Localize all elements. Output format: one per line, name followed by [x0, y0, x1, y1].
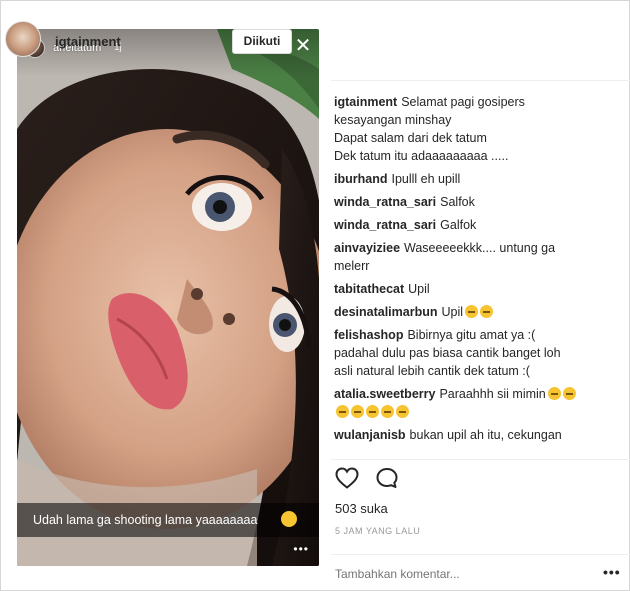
story-more-icon[interactable]: ••• — [293, 542, 309, 556]
list-item: winda_ratna_sari Galfok — [334, 216, 624, 234]
comment-username[interactable]: iburhand — [334, 172, 387, 186]
list-item: ainvayiziee Waseeeeekkk.... untung ga mel… — [334, 239, 624, 275]
list-item: atalia.sweetberry Paraahhh sii mimin — [334, 385, 624, 421]
list-item: tabitathecat Upil — [334, 280, 624, 298]
heart-icon[interactable] — [335, 467, 359, 489]
comment-text: Upil — [441, 305, 464, 319]
post-timestamp: 5 JAM YANG LALU — [335, 526, 421, 536]
story-photo — [17, 29, 319, 566]
comment-text: Ipulll eh upill — [391, 172, 461, 186]
close-icon[interactable]: ✕ — [293, 36, 313, 56]
comment-username[interactable]: tabitathecat — [334, 282, 404, 296]
comment-username[interactable]: igtainment — [334, 95, 397, 109]
comment-text: Dapat salam dari dek tatum — [334, 131, 487, 145]
comment-text: Galfok — [440, 218, 477, 232]
laughing-emoji-icon — [351, 405, 364, 418]
comment-text: Dek tatum itu adaaaaaaaaa ..... — [334, 149, 509, 163]
laughing-emoji-icon — [381, 405, 394, 418]
comment-username[interactable]: wulanjanisb — [334, 428, 406, 442]
more-options-icon[interactable]: ••• — [603, 564, 621, 580]
comment-text: melerr — [334, 259, 370, 273]
list-item: desinatalimarbun Upil — [334, 303, 624, 321]
comment-text: Salfok — [440, 195, 475, 209]
comment-username[interactable]: ainvayiziee — [334, 241, 400, 255]
laughing-emoji-icon — [366, 405, 379, 418]
add-comment-input[interactable] — [335, 567, 585, 581]
comment-text: Selamat pagi gosipers — [401, 95, 525, 109]
comment-text: Bibirnya gitu amat ya :( — [407, 328, 536, 342]
list-item: felishashop Bibirnya gitu amat ya :( pada… — [334, 326, 624, 380]
likes-count[interactable]: 503 suka — [335, 501, 388, 516]
laughing-emoji-icon — [396, 405, 409, 418]
comment-username[interactable]: atalia.sweetberry — [334, 387, 435, 401]
comment-text: Waseeeeekkk.... untung ga — [404, 241, 556, 255]
avatar[interactable] — [5, 21, 41, 57]
follow-button[interactable]: Diikuti — [232, 29, 292, 54]
comment-text: asli natural lebih cantik dek tatum :( — [334, 364, 530, 378]
comment-text: kesayangan minshay — [334, 113, 452, 127]
comment-text: Paraahhh sii mimin — [439, 387, 546, 401]
comment-text: padahal dulu pas biasa cantik banget loh — [334, 346, 561, 360]
list-item: iburhand Ipulll eh upill — [334, 170, 624, 188]
list-item: igtainment Selamat pagi gosipers kesayang… — [334, 93, 624, 165]
list-item: wulanjanisb bukan upil ah itu, cekungan — [334, 426, 624, 444]
expressionless-emoji-icon — [465, 305, 479, 318]
story-caption: Udah lama ga shooting lama yaaaaaaaa — [33, 513, 258, 527]
post-media[interactable]: arieltatum 1j ✕ Udah lama ga shooting la… — [17, 29, 319, 566]
comment-text: Upil — [408, 282, 430, 296]
comment-username[interactable]: winda_ratna_sari — [334, 195, 436, 209]
post-header — [331, 1, 630, 81]
expressionless-emoji-icon — [480, 305, 494, 318]
actions-divider — [331, 459, 630, 460]
comments-list: igtainment Selamat pagi gosipers kesayang… — [334, 93, 624, 449]
laughing-emoji-icon — [336, 405, 349, 418]
comment-text: bukan upil ah itu, cekungan — [409, 428, 562, 442]
header-username[interactable]: igtainment — [55, 34, 121, 49]
comment-username[interactable]: felishashop — [334, 328, 403, 342]
comment-bubble-icon[interactable] — [375, 467, 399, 489]
list-item: winda_ratna_sari Salfok — [334, 193, 624, 211]
comment-username[interactable]: desinatalimarbun — [334, 305, 438, 319]
comment-username[interactable]: winda_ratna_sari — [334, 218, 436, 232]
add-comment-divider — [331, 554, 630, 555]
laughing-emoji-icon — [562, 387, 576, 400]
emoji-row — [334, 403, 624, 421]
hugging-face-emoji-icon — [281, 511, 297, 527]
laughing-emoji-icon — [547, 387, 561, 400]
post-frame: arieltatum 1j ✕ Udah lama ga shooting la… — [0, 0, 630, 591]
